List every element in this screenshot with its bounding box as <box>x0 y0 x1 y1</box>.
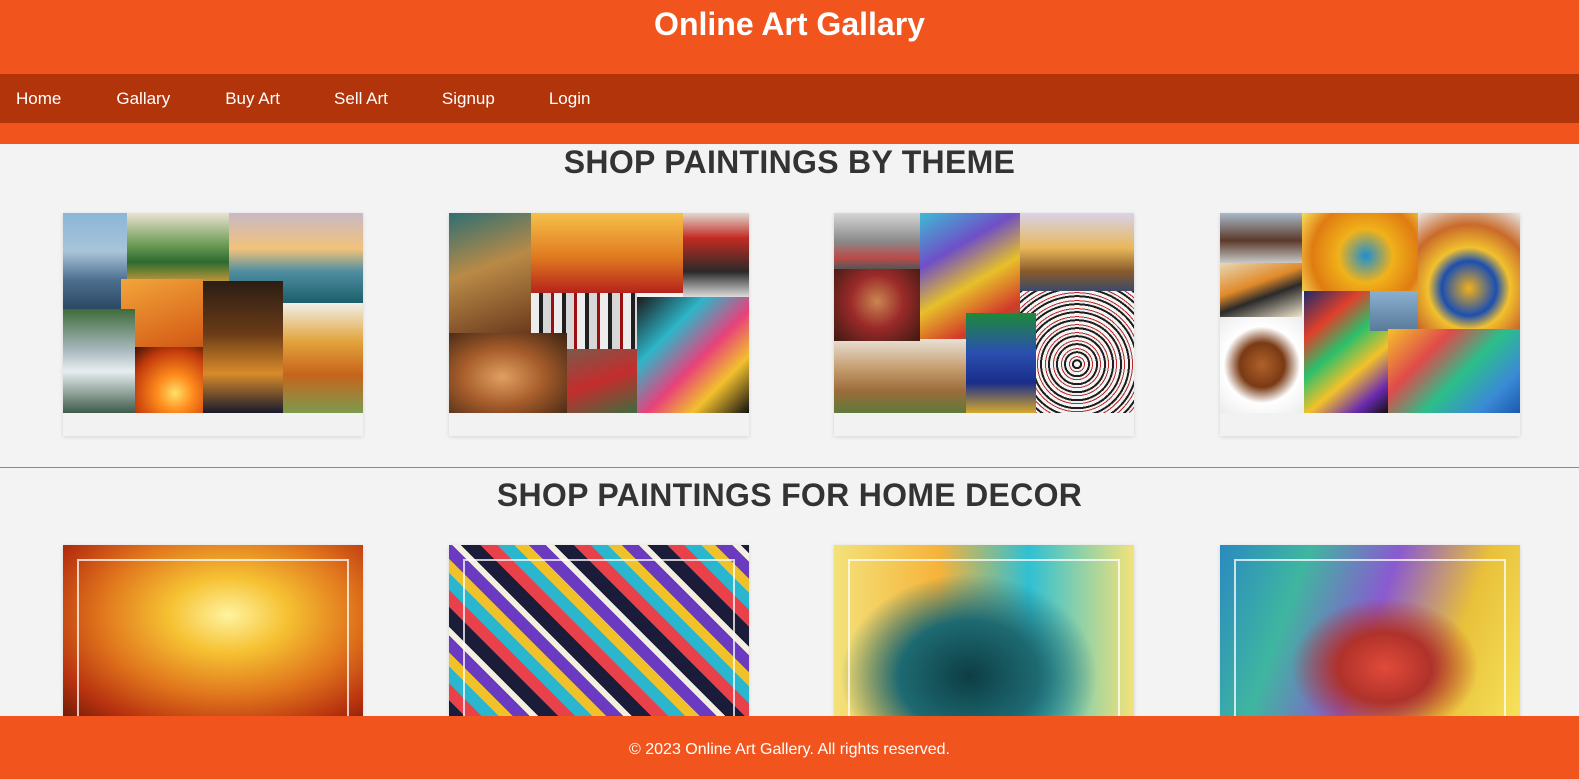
theme-card-figurative[interactable] <box>449 213 749 436</box>
site-title: Online Art Gallary <box>654 6 925 42</box>
theme-card-landscape[interactable] <box>63 213 363 436</box>
nav-link-gallary[interactable]: Gallary <box>116 74 170 123</box>
decor-card-drummer[interactable] <box>63 545 363 720</box>
theme-card-landscape-image[interactable] <box>63 213 363 413</box>
decor-card-frame <box>1234 559 1506 720</box>
site-header: Online Art Gallary Home Gallary Buy Art … <box>0 0 1579 144</box>
theme-section-heading: SHOP PAINTINGS BY THEME <box>563 144 1016 180</box>
section-divider <box>0 467 1579 468</box>
nav-link-sell-art[interactable]: Sell Art <box>334 74 388 123</box>
decor-card-frame <box>463 559 735 720</box>
main-navbar: Home Gallary Buy Art Sell Art Signup Log… <box>0 74 1579 123</box>
page: Online Art Gallary Home Gallary Buy Art … <box>0 0 1579 779</box>
theme-card-culture[interactable] <box>834 213 1134 436</box>
nav-link-login[interactable]: Login <box>549 74 591 123</box>
decor-card-frame <box>848 559 1120 720</box>
nav-link-home[interactable]: Home <box>16 74 61 123</box>
theme-card-animals-image[interactable] <box>1220 213 1520 413</box>
theme-card-animals[interactable] <box>1220 213 1520 436</box>
theme-card-figurative-image[interactable] <box>449 213 749 413</box>
decor-card-elephant[interactable] <box>834 545 1134 720</box>
nav-link-buy-art[interactable]: Buy Art <box>225 74 280 123</box>
footer-copyright: © 2023 Online Art Gallery. All rights re… <box>629 741 950 758</box>
site-footer: © 2023 Online Art Gallery. All rights re… <box>0 716 1579 779</box>
decor-card-abstract-face[interactable] <box>449 545 749 720</box>
theme-card-culture-image[interactable] <box>834 213 1134 413</box>
nav-link-signup[interactable]: Signup <box>442 74 495 123</box>
decor-card-frame <box>77 559 349 720</box>
decor-section-heading: SHOP PAINTINGS FOR HOME DECOR <box>496 477 1083 513</box>
decor-card-flute-girl[interactable] <box>1220 545 1520 720</box>
